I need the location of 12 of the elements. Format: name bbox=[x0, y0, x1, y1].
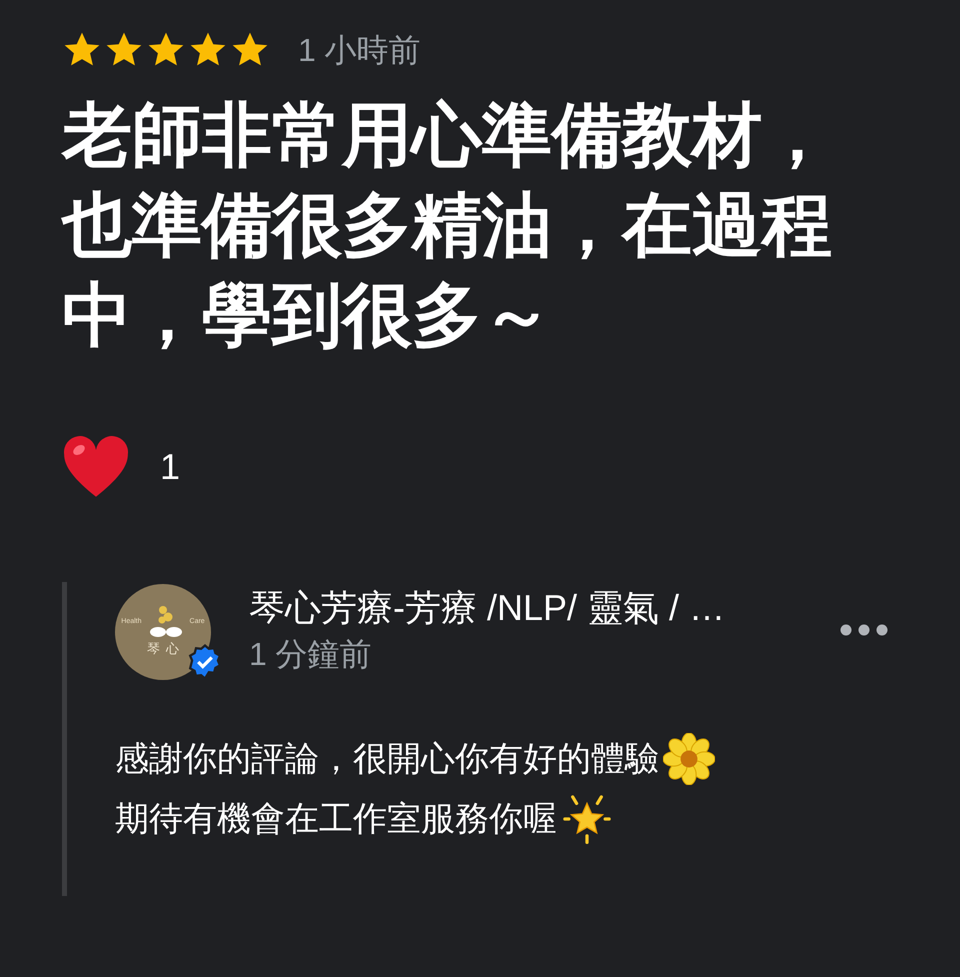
author-name[interactable]: 琴心芳療-芳療 /NLP/ 靈氣 / … bbox=[249, 584, 840, 632]
logo-text: 琴心 bbox=[146, 640, 185, 658]
reply-text: 期待有機會在工作室服務你喔 bbox=[115, 798, 557, 840]
reply-text: 感謝你的評論，很開心你有好的體驗 bbox=[115, 738, 659, 780]
more-icon[interactable] bbox=[840, 624, 888, 636]
sparkle-star-icon bbox=[561, 793, 613, 845]
reaction-count: 1 bbox=[160, 445, 180, 489]
review-time: 1 小時前 bbox=[298, 31, 421, 70]
review-text: 老師非常用心準備教材，也準備很多精油，在過程中，學到很多～ bbox=[62, 95, 833, 356]
reply-time: 1 分鐘前 bbox=[249, 635, 373, 674]
heart-icon[interactable] bbox=[62, 435, 130, 499]
flower-icon bbox=[663, 733, 715, 785]
